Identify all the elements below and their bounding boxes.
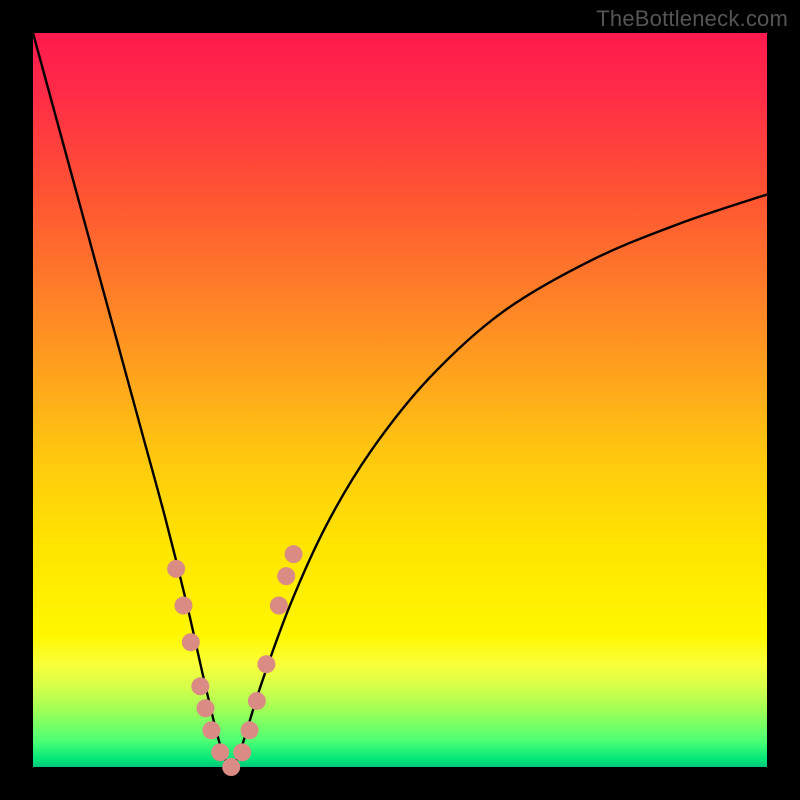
sample-dots-group <box>167 545 302 776</box>
sample-dot <box>222 758 240 776</box>
sample-dot <box>202 721 220 739</box>
sample-dot <box>196 699 214 717</box>
sample-dot <box>285 545 303 563</box>
sample-dot <box>182 633 200 651</box>
sample-dot <box>270 597 288 615</box>
sample-dot <box>257 655 275 673</box>
sample-dot <box>211 743 229 761</box>
watermark-text: TheBottleneck.com <box>596 6 788 32</box>
sample-dot <box>248 692 266 710</box>
sample-dot <box>167 560 185 578</box>
bottleneck-curve-path <box>33 33 767 767</box>
sample-dot <box>191 677 209 695</box>
sample-dot <box>277 567 295 585</box>
sample-dot <box>233 743 251 761</box>
chart-frame: TheBottleneck.com <box>0 0 800 800</box>
sample-dot <box>241 721 259 739</box>
chart-svg <box>33 33 767 767</box>
sample-dot <box>174 597 192 615</box>
plot-area <box>33 33 767 767</box>
